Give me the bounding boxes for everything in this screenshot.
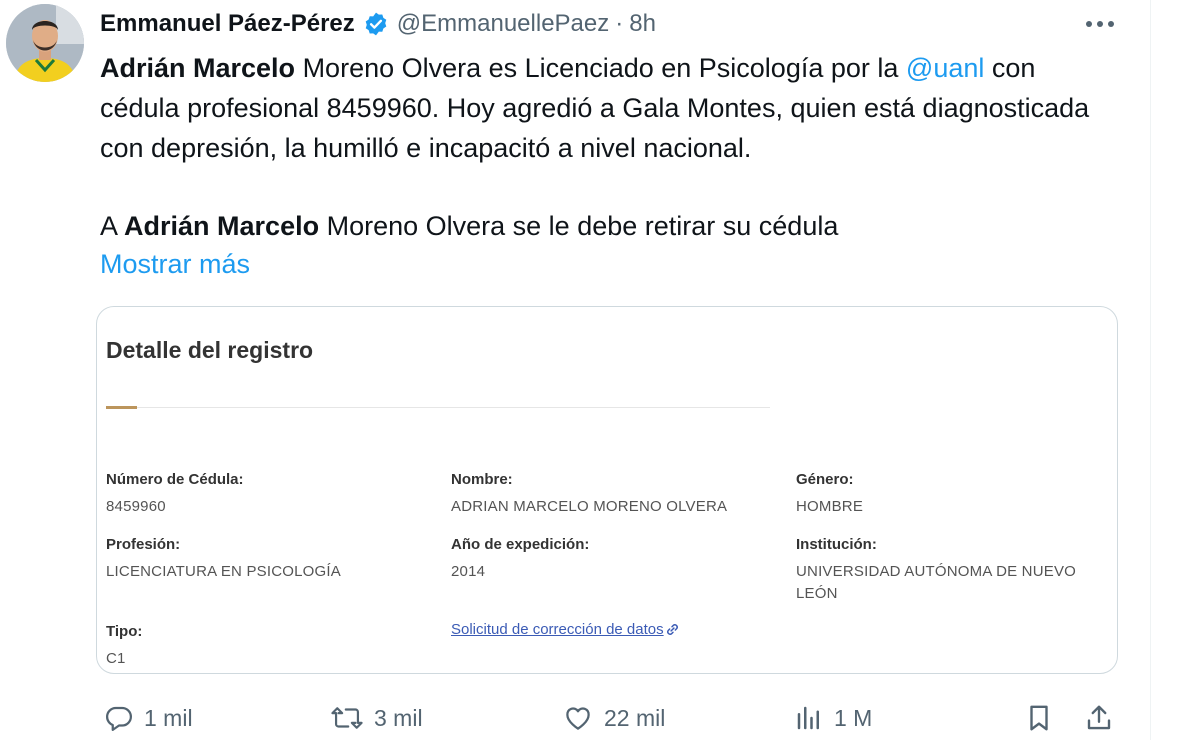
reply-button[interactable]: 1 mil — [104, 696, 193, 740]
field-genero: Género: HOMBRE — [796, 469, 863, 518]
mentioned-name: Adrián Marcelo — [124, 211, 320, 241]
field-label: Profesión: — [106, 536, 181, 553]
field-tipo: Tipo: C1 — [106, 621, 142, 670]
link-icon — [665, 622, 680, 637]
timestamp[interactable]: 8h — [629, 10, 656, 38]
accent-bar — [106, 406, 137, 409]
tweet-paragraph-2: A Adrián Marcelo Moreno Olvera se le deb… — [100, 206, 1110, 246]
bookmark-icon — [1024, 703, 1054, 733]
column-divider — [1150, 0, 1151, 740]
avatar-image — [6, 4, 84, 82]
author-handle[interactable]: @EmmanuellePaez — [397, 10, 609, 38]
field-label: Número de Cédula: — [106, 471, 244, 488]
field-value: UNIVERSIDAD AUTÓNOMA DE NUEVO LEÓN — [796, 563, 1077, 602]
more-icon[interactable] — [1082, 10, 1118, 38]
correction-link: Solicitud de corrección de datos — [451, 621, 664, 638]
field-cedula: Número de Cédula: 8459960 — [106, 469, 244, 518]
field-institucion: Institución: UNIVERSIDAD AUTÓNOMA DE NUE… — [796, 534, 1116, 605]
field-label: Nombre: — [451, 471, 513, 488]
field-label: Institución: — [796, 536, 877, 553]
reply-count: 1 mil — [144, 704, 193, 731]
tweet-paragraph-1: Adrián Marcelo Moreno Olvera es Licencia… — [100, 48, 1110, 168]
field-value: 8459960 — [106, 498, 166, 515]
like-button[interactable]: 22 mil — [562, 696, 665, 740]
tweet-text-segment: Moreno Olvera es Licenciado en Psicologí… — [295, 53, 906, 83]
repost-icon — [330, 703, 364, 733]
tweet-text-segment: Moreno Olvera se le debe retirar su cédu… — [319, 211, 839, 241]
attached-image-card[interactable]: Detalle del registro Número de Cédula: 8… — [96, 306, 1118, 674]
mentioned-name: Adrián Marcelo — [100, 53, 296, 83]
field-value: ADRIAN MARCELO MORENO OLVERA — [451, 498, 728, 515]
mention-link[interactable]: @uanl — [906, 53, 984, 83]
field-value: HOMBRE — [796, 498, 864, 515]
field-label: Año de expedición: — [451, 536, 590, 553]
field-label: Género: — [796, 471, 854, 488]
like-icon — [562, 703, 594, 733]
tweet-header: Emmanuel Páez-Pérez @EmmanuellePaez · 8h — [100, 4, 656, 44]
field-label: Tipo: — [106, 623, 143, 640]
like-count: 22 mil — [604, 704, 666, 731]
field-value: 2014 — [451, 563, 486, 580]
repost-count: 3 mil — [374, 704, 423, 731]
reply-icon — [104, 703, 134, 733]
divider — [106, 407, 770, 408]
share-icon — [1084, 703, 1114, 733]
card-title: Detalle del registro — [106, 337, 314, 363]
bookmark-button[interactable] — [1024, 696, 1054, 740]
share-button[interactable] — [1084, 696, 1114, 740]
field-anio: Año de expedición: 2014 — [451, 534, 589, 583]
field-value: C1 — [106, 650, 126, 667]
views-count: 1 M — [834, 704, 873, 731]
author-display-name[interactable]: Emmanuel Páez-Pérez — [100, 10, 355, 38]
tweet-text: Adrián Marcelo Moreno Olvera es Licencia… — [100, 48, 1110, 246]
tweet-actions: 1 mil 3 mil 22 mil 1 M — [0, 696, 1150, 740]
views-icon — [794, 703, 824, 733]
views-button[interactable]: 1 M — [794, 696, 872, 740]
field-value: LICENCIATURA EN PSICOLOGÍA — [106, 563, 341, 580]
verified-icon[interactable] — [363, 11, 389, 37]
separator-dot: · — [615, 10, 624, 37]
repost-button[interactable]: 3 mil — [330, 696, 423, 740]
show-more-link[interactable]: Mostrar más — [100, 244, 250, 284]
field-nombre: Nombre: ADRIAN MARCELO MORENO OLVERA — [451, 469, 727, 518]
field-profesion: Profesión: LICENCIATURA EN PSICOLOGÍA — [106, 534, 341, 583]
correction-link-row: Solicitud de corrección de datos — [451, 621, 680, 638]
tweet-text-segment: A — [100, 211, 125, 241]
avatar[interactable] — [6, 4, 84, 82]
